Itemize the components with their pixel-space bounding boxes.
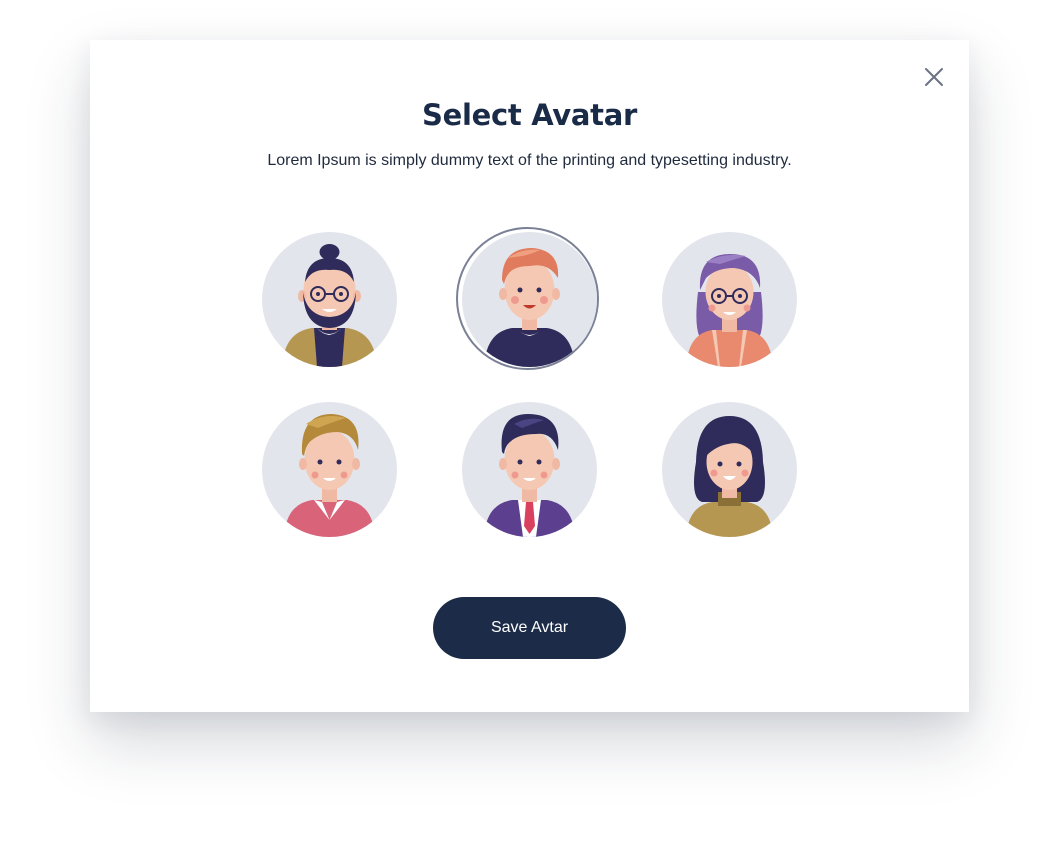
avatar-option-bearded-man[interactable]: [262, 232, 397, 367]
select-avatar-dialog: Select Avatar Lorem Ipsum is simply dumm…: [90, 40, 969, 712]
dialog-title: Select Avatar: [421, 98, 638, 132]
dialog-subtitle: Lorem Ipsum is simply dummy text of the …: [267, 152, 792, 169]
avatar-grid: [262, 227, 797, 537]
avatar-option-orange-hair-man[interactable]: [462, 232, 597, 367]
avatar-option-blonde-boy[interactable]: [262, 402, 397, 537]
close-icon[interactable]: [923, 66, 945, 88]
avatar-option-purple-hair-woman[interactable]: [662, 232, 797, 367]
save-avatar-button[interactable]: Save Avtar: [433, 597, 626, 659]
avatar-option-suit-man[interactable]: [462, 402, 597, 537]
avatar-option-dark-hair-woman[interactable]: [662, 402, 797, 537]
